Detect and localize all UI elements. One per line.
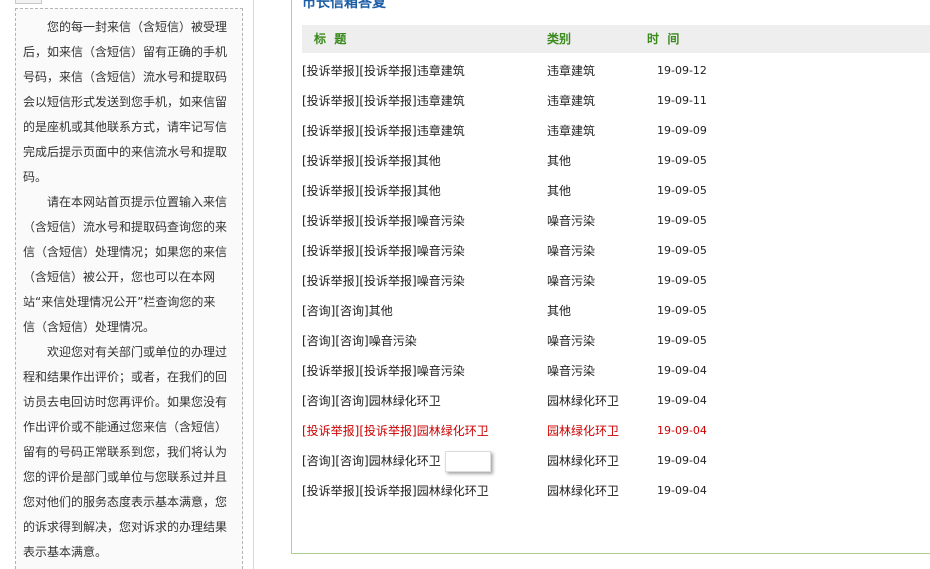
notice-line: 的诉求得到解决，您对诉求的办理结果 <box>23 520 228 534</box>
notice-line: 表示基本满意。 <box>23 545 108 559</box>
row-title-link[interactable]: [投诉举报][投诉举报]噪音污染 <box>302 266 465 296</box>
row-title-link[interactable]: [投诉举报][投诉举报]噪音污染 <box>302 236 465 266</box>
row-title-link[interactable]: [咨询][咨询]园林绿化环卫 <box>302 446 441 476</box>
row-date: 19-09-05 <box>657 304 707 317</box>
row-category: 其他 <box>547 304 572 318</box>
mailbox-list: [投诉举报][投诉举报]违章建筑 违章建筑 19-09-12 [投诉举报][投诉… <box>302 56 930 506</box>
notice-line: 的是座机或其他联系方式，请牢记写信 <box>23 120 228 134</box>
table-row-hovered: [投诉举报][投诉举报]园林绿化环卫 园林绿化环卫 19-09-04 <box>302 416 930 446</box>
notice-line: 您的评价是部门或单位与您联系过并且 <box>23 470 228 484</box>
column-divider <box>253 0 254 569</box>
table-row: [投诉举报][投诉举报]违章建筑 违章建筑 19-09-12 <box>302 56 930 86</box>
notice-line: 程和结果作出评价；或者，在我们的回 <box>23 370 228 384</box>
row-date: 19-09-05 <box>657 334 707 347</box>
row-category: 园林绿化环卫 <box>547 454 620 468</box>
row-date: 19-09-04 <box>657 394 707 407</box>
tooltip <box>445 451 491 472</box>
row-title-link[interactable]: [投诉举报][投诉举报]违章建筑 <box>302 56 465 86</box>
column-header-category: 类别 <box>547 32 572 46</box>
table-row: [投诉举报][投诉举报]噪音污染 噪音污染 19-09-05 <box>302 206 930 236</box>
row-title-link[interactable]: [投诉举报][投诉举报]园林绿化环卫 <box>302 476 489 506</box>
row-title-link[interactable]: [咨询][咨询]噪音污染 <box>302 326 417 356</box>
list-header: 标 题 类别 时 间 <box>302 25 930 53</box>
row-date: 19-09-04 <box>657 424 707 437</box>
notice-line: 会以短信形式发送到您手机，如来信留 <box>23 95 228 109</box>
column-header-title: 标 题 <box>314 32 347 46</box>
notice-paragraph: 您的每一封来信（含短信）被受理 后，如来信（含短信）留有正确的手机 号码，来信（… <box>23 15 242 190</box>
row-title-link[interactable]: [咨询][咨询]园林绿化环卫 <box>302 386 441 416</box>
row-date: 19-09-04 <box>657 484 707 497</box>
notice-line: 站“来信处理情况公开”栏查询您的来 <box>23 295 216 309</box>
notice-line: 访员去电回访时您再评价。如果您没有 <box>23 395 228 409</box>
row-category: 园林绿化环卫 <box>547 394 620 408</box>
panel-fragment <box>15 0 42 4</box>
table-row: [投诉举报][投诉举报]其他 其他 19-09-05 <box>302 146 930 176</box>
table-row: [投诉举报][投诉举报]其他 其他 19-09-05 <box>302 176 930 206</box>
notice-line: （含短信）流水号和提取码查询您的来 <box>23 220 228 234</box>
row-date: 19-09-12 <box>657 64 707 77</box>
notice-line: 码。 <box>23 170 48 184</box>
table-row: [咨询][咨询]园林绿化环卫 园林绿化环卫 19-09-04 <box>302 446 930 476</box>
table-row: [投诉举报][投诉举报]噪音污染 噪音污染 19-09-05 <box>302 236 930 266</box>
table-row: [咨询][咨询]其他 其他 19-09-05 <box>302 296 930 326</box>
notice-line: 信（含短信）处理情况；如果您的来信 <box>23 245 228 259</box>
row-date: 19-09-11 <box>657 94 707 107</box>
row-title-link[interactable]: [投诉举报][投诉举报]噪音污染 <box>302 356 465 386</box>
table-row: [咨询][咨询]噪音污染 噪音污染 19-09-05 <box>302 326 930 356</box>
row-category: 噪音污染 <box>547 334 596 348</box>
row-date: 19-09-04 <box>657 454 707 467</box>
row-category: 噪音污染 <box>547 214 596 228</box>
notice-paragraph: 欢迎您对有关部门或单位的办理过 程和结果作出评价；或者，在我们的回 访员去电回访… <box>23 340 242 565</box>
row-category: 噪音污染 <box>547 364 596 378</box>
row-date: 19-09-05 <box>657 184 707 197</box>
row-title-link[interactable]: [投诉举报][投诉举报]违章建筑 <box>302 116 465 146</box>
row-category: 违章建筑 <box>547 94 596 108</box>
row-category: 园林绿化环卫 <box>547 484 620 498</box>
row-title-link[interactable]: [投诉举报][投诉举报]噪音污染 <box>302 206 465 236</box>
notice-line: 号码，来信（含短信）流水号和提取码 <box>23 70 228 84</box>
row-date: 19-09-05 <box>657 244 707 257</box>
mailbox-panel: 市长信箱答复 标 题 类别 时 间 [投诉举报][投诉举报]违章建筑 违章建筑 … <box>291 0 930 554</box>
notice-line: （含短信）被公开，您也可以在本网 <box>23 270 216 284</box>
notice-line: 作出评价或不能通过您来信（含短信） <box>23 420 228 434</box>
table-row: [投诉举报][投诉举报]违章建筑 违章建筑 19-09-11 <box>302 86 930 116</box>
row-category: 噪音污染 <box>547 244 596 258</box>
row-title-link[interactable]: [投诉举报][投诉举报]园林绿化环卫 <box>302 416 489 446</box>
row-date: 19-09-05 <box>657 274 707 287</box>
notice-line: 留有的号码正常联系到您，我们将认为 <box>23 445 228 459</box>
row-category: 其他 <box>547 154 572 168</box>
row-category: 噪音污染 <box>547 274 596 288</box>
notice-line: 完成后提示页面中的来信流水号和提取 <box>23 145 228 159</box>
table-row: [投诉举报][投诉举报]违章建筑 违章建筑 19-09-09 <box>302 116 930 146</box>
row-category: 违章建筑 <box>547 64 596 78</box>
row-date: 19-09-09 <box>657 124 707 137</box>
panel-title: 市长信箱答复 <box>302 0 386 11</box>
column-header-date: 时 间 <box>647 32 680 46</box>
row-category: 违章建筑 <box>547 124 596 138</box>
table-row: [投诉举报][投诉举报]噪音污染 噪音污染 19-09-04 <box>302 356 930 386</box>
notice-line: 请在本网站首页提示位置输入来信 <box>47 195 228 209</box>
row-title-link[interactable]: [投诉举报][投诉举报]其他 <box>302 176 441 206</box>
notice-line: 信（含短信）处理情况。 <box>23 320 156 334</box>
row-category: 园林绿化环卫 <box>547 424 620 438</box>
notice-line: 欢迎您对有关部门或单位的办理过 <box>47 345 228 359</box>
table-row: [咨询][咨询]园林绿化环卫 园林绿化环卫 19-09-04 <box>302 386 930 416</box>
table-row: [投诉举报][投诉举报]噪音污染 噪音污染 19-09-05 <box>302 266 930 296</box>
table-row: [投诉举报][投诉举报]园林绿化环卫 园林绿化环卫 19-09-04 <box>302 476 930 506</box>
row-category: 其他 <box>547 184 572 198</box>
notice-line: 您对他们的服务态度表示基本满意，您 <box>23 495 228 509</box>
notice-box: 您的每一封来信（含短信）被受理 后，如来信（含短信）留有正确的手机 号码，来信（… <box>15 8 243 569</box>
row-date: 19-09-04 <box>657 364 707 377</box>
row-title-link[interactable]: [咨询][咨询]其他 <box>302 296 393 326</box>
row-title-link[interactable]: [投诉举报][投诉举报]违章建筑 <box>302 86 465 116</box>
row-date: 19-09-05 <box>657 214 707 227</box>
row-title-link[interactable]: [投诉举报][投诉举报]其他 <box>302 146 441 176</box>
notice-paragraph: 请在本网站首页提示位置输入来信 （含短信）流水号和提取码查询您的来 信（含短信）… <box>23 190 242 340</box>
notice-line: 后，如来信（含短信）留有正确的手机 <box>23 45 228 59</box>
notice-line: 您的每一封来信（含短信）被受理 <box>47 20 228 34</box>
row-date: 19-09-05 <box>657 154 707 167</box>
